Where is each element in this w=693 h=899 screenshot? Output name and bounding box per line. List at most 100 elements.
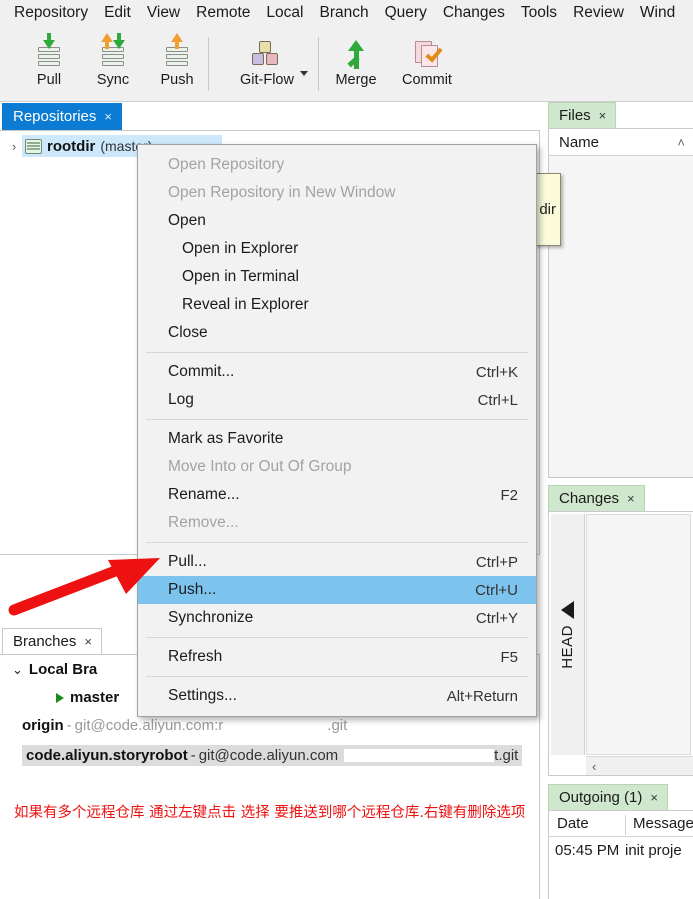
toolbar-button-gitflow[interactable]: Git-Flow: [222, 31, 312, 97]
close-icon[interactable]: ×: [104, 109, 112, 124]
files-column-header[interactable]: Name ˄: [549, 129, 693, 156]
context-menu-item-label: Pull...: [168, 553, 207, 570]
chevron-down-icon[interactable]: [300, 71, 308, 76]
context-menu-item-mark-as-favorite[interactable]: Mark as Favorite: [138, 425, 536, 453]
toolbar-button-pull[interactable]: Pull: [18, 31, 80, 97]
menu-item-tools[interactable]: Tools: [513, 2, 565, 25]
column-header-date: Date: [557, 815, 589, 832]
outgoing-panel: Date Message 05:45 PM init proje: [548, 810, 693, 899]
tab-branches-label: Branches: [13, 633, 77, 650]
context-menu-item-open-in-explorer[interactable]: Open in Explorer: [138, 235, 536, 263]
column-header-name: Name: [559, 133, 600, 151]
chevron-right-icon[interactable]: ›: [8, 139, 20, 154]
toolbar-label-merge: Merge: [335, 72, 377, 88]
context-menu-item-log[interactable]: Log Ctrl+L: [138, 386, 536, 414]
tab-outgoing[interactable]: Outgoing (1) ×: [548, 784, 668, 811]
menu-item-view[interactable]: View: [139, 2, 188, 25]
files-list-area: [549, 156, 693, 477]
scroll-left-icon[interactable]: ‹: [592, 759, 596, 774]
menu-separator: [146, 637, 528, 638]
toolbar-label-pull: Pull: [36, 72, 62, 88]
tab-files-label: Files: [559, 107, 591, 124]
menu-item-branch[interactable]: Branch: [311, 2, 376, 25]
repository-name: rootdir: [47, 137, 96, 155]
toolbar-label-gitflow: Git-Flow: [240, 72, 294, 88]
branch-name-master: master: [70, 689, 120, 706]
outgoing-row[interactable]: 05:45 PM init proje: [549, 839, 693, 863]
sort-ascending-icon[interactable]: ˄: [677, 135, 685, 150]
branches-group-local[interactable]: ⌄ Local Bra: [12, 661, 97, 678]
tab-changes[interactable]: Changes ×: [548, 485, 645, 512]
context-menu-item-accelerator: F2: [500, 486, 518, 504]
toolbar-separator-1: [208, 37, 209, 91]
context-menu-item-label: Push...: [168, 581, 217, 598]
remote-name: code.aliyun.storyrobot: [26, 747, 188, 764]
context-menu-item-rename[interactable]: Rename... F2: [138, 481, 536, 509]
context-menu-item-accelerator: Alt+Return: [446, 687, 518, 705]
toolbar-button-sync[interactable]: Sync: [82, 31, 144, 97]
head-indicator: HEAD: [551, 514, 585, 755]
repository-tree-row[interactable]: › rootdir (master): [0, 135, 153, 157]
toolbar: Pull Sync Push Git-Flow Merge Commit: [0, 27, 693, 102]
remote-item-storyrobot[interactable]: code.aliyun.storyrobot - git@code.aliyun…: [22, 745, 523, 766]
files-panel: Name ˄: [548, 128, 693, 478]
tab-repositories[interactable]: Repositories ×: [2, 103, 122, 130]
context-menu-item-settings[interactable]: Settings... Alt+Return: [138, 682, 536, 710]
toolbar-button-push[interactable]: Push: [146, 31, 208, 97]
context-menu-item-refresh[interactable]: Refresh F5: [138, 643, 536, 671]
menu-item-edit[interactable]: Edit: [96, 2, 139, 25]
column-divider[interactable]: [625, 815, 626, 835]
branches-group-label: Local Bra: [28, 661, 98, 678]
remote-url-prefix: git@code.aliyun.com:r: [74, 717, 224, 734]
gitflow-icon: [243, 31, 291, 73]
context-menu-item-open[interactable]: Open: [138, 207, 536, 235]
menu-item-review[interactable]: Review: [565, 2, 632, 25]
toolbar-button-commit[interactable]: Commit: [392, 31, 462, 97]
menu-item-repository[interactable]: Repository: [6, 2, 96, 25]
context-menu-item-label: Reveal in Explorer: [182, 296, 309, 313]
close-icon[interactable]: ×: [650, 790, 658, 805]
context-menu-item-accelerator: Ctrl+Y: [475, 609, 518, 627]
remote-separator: -: [66, 717, 72, 734]
chevron-down-icon[interactable]: ⌄: [12, 662, 23, 678]
outgoing-column-header[interactable]: Date Message: [549, 811, 693, 837]
pull-icon: [27, 31, 71, 73]
repository-context-menu[interactable]: Open Repository Open Repository in New Wi…: [137, 144, 537, 717]
remote-item-origin[interactable]: origin - git@code.aliyun.com:r .git: [22, 717, 347, 734]
context-menu-item-accelerator: Ctrl+P: [475, 553, 518, 571]
context-menu-item-pull[interactable]: Pull... Ctrl+P: [138, 548, 536, 576]
menu-item-query[interactable]: Query: [377, 2, 435, 25]
column-header-message: Message: [633, 815, 693, 832]
context-menu-item-label: Close: [168, 324, 208, 341]
context-menu-item-commit[interactable]: Commit... Ctrl+K: [138, 358, 536, 386]
menu-item-wind[interactable]: Wind: [632, 2, 683, 25]
remote-url-suffix: .git: [327, 717, 348, 734]
tab-changes-label: Changes: [559, 490, 620, 507]
context-menu-item-open-in-terminal[interactable]: Open in Terminal: [138, 263, 536, 291]
toolbar-button-merge[interactable]: Merge: [325, 31, 387, 97]
push-icon: [155, 31, 199, 73]
context-menu-item-label: Open in Terminal: [182, 268, 299, 285]
context-menu-item-push[interactable]: Push... Ctrl+U: [138, 576, 536, 604]
triangle-left-icon: [561, 600, 574, 619]
horizontal-scrollbar[interactable]: ‹: [586, 756, 693, 775]
menu-item-local[interactable]: Local: [258, 2, 311, 25]
tab-files[interactable]: Files ×: [548, 102, 617, 129]
context-menu-item-label: Open Repository in New Window: [168, 184, 396, 201]
head-label: HEAD: [559, 624, 576, 669]
context-menu-item-reveal-in-explorer[interactable]: Reveal in Explorer: [138, 291, 536, 319]
close-icon[interactable]: ×: [84, 634, 92, 649]
tab-outgoing-label: Outgoing (1): [559, 789, 643, 806]
merge-icon: [334, 31, 378, 73]
close-icon[interactable]: ×: [599, 108, 607, 123]
menu-separator: [146, 542, 528, 543]
context-menu-item-synchronize[interactable]: Synchronize Ctrl+Y: [138, 604, 536, 632]
branch-item-master[interactable]: master: [56, 689, 119, 706]
context-menu-item-accelerator: Ctrl+L: [477, 391, 518, 409]
tab-branches[interactable]: Branches ×: [2, 628, 102, 655]
menu-item-remote[interactable]: Remote: [188, 2, 258, 25]
context-menu-item-label: Log: [168, 391, 194, 408]
menu-item-changes[interactable]: Changes: [435, 2, 513, 25]
context-menu-item-close[interactable]: Close: [138, 319, 536, 347]
close-icon[interactable]: ×: [627, 491, 635, 506]
